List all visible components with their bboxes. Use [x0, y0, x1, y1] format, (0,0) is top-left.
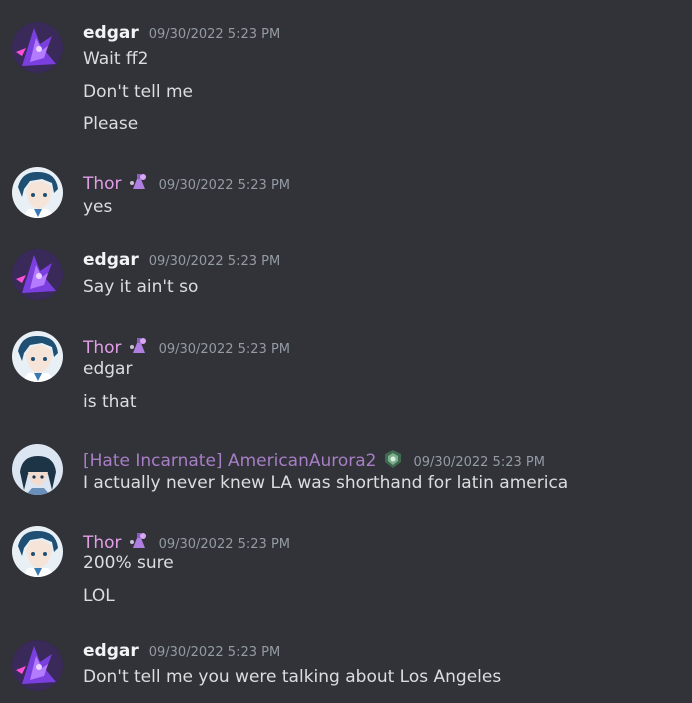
- avatar[interactable]: [12, 526, 63, 577]
- timestamp[interactable]: 09/30/2022 5:23 PM: [149, 642, 280, 664]
- purple-creature-avatar: [12, 249, 63, 300]
- username[interactable]: Thor: [83, 173, 122, 195]
- message-header: [Hate Incarnate] AmericanAurora2 09/30/2…: [83, 444, 545, 471]
- message-text: I actually never knew LA was shorthand f…: [83, 473, 569, 493]
- green-emblem-icon[interactable]: [382, 448, 404, 470]
- message-text: LOL: [83, 586, 115, 606]
- purple-bottle-icon[interactable]: [127, 171, 149, 193]
- message-header: edgar 09/30/2022 5:23 PM: [83, 22, 280, 44]
- username[interactable]: [Hate Incarnate] AmericanAurora2: [83, 450, 377, 472]
- message-text: Don't tell me: [83, 82, 194, 102]
- avatar[interactable]: [12, 249, 63, 300]
- anime-boy-avatar: [12, 167, 63, 218]
- message-text: edgar: [83, 359, 133, 379]
- avatar[interactable]: [12, 22, 63, 73]
- message-header: Thor 09/30/2022 5:23 PM: [83, 526, 290, 553]
- purple-creature-avatar: [12, 640, 63, 691]
- avatar[interactable]: [12, 444, 63, 495]
- username[interactable]: Thor: [83, 337, 122, 359]
- timestamp[interactable]: 09/30/2022 5:23 PM: [159, 339, 290, 361]
- anime-boy-avatar: [12, 526, 63, 577]
- timestamp[interactable]: 09/30/2022 5:23 PM: [149, 24, 280, 46]
- anime-girl-avatar: [12, 444, 63, 495]
- avatar[interactable]: [12, 167, 63, 218]
- chat-messages: edgar 09/30/2022 5:23 PM Wait ff2 Don't …: [0, 0, 692, 703]
- message-text: is that: [83, 392, 137, 412]
- purple-bottle-icon[interactable]: [127, 335, 149, 357]
- message-text: yes: [83, 197, 113, 217]
- timestamp[interactable]: 09/30/2022 5:23 PM: [159, 175, 290, 197]
- timestamp[interactable]: 09/30/2022 5:23 PM: [149, 251, 280, 273]
- message-header: Thor 09/30/2022 5:23 PM: [83, 167, 290, 194]
- message-text: Say it ain't so: [83, 277, 199, 297]
- message-text: 200% sure: [83, 553, 174, 573]
- message-header: edgar 09/30/2022 5:23 PM: [83, 249, 280, 271]
- username[interactable]: Thor: [83, 532, 122, 554]
- message-text: Don't tell me you were talking about Los…: [83, 667, 502, 687]
- username[interactable]: edgar: [83, 249, 139, 271]
- avatar[interactable]: [12, 640, 63, 691]
- purple-bottle-icon[interactable]: [127, 530, 149, 552]
- anime-boy-avatar: [12, 331, 63, 382]
- message-text: Please: [83, 114, 139, 134]
- avatar[interactable]: [12, 331, 63, 382]
- message-header: Thor 09/30/2022 5:23 PM: [83, 331, 290, 358]
- message-header: edgar 09/30/2022 5:23 PM: [83, 640, 280, 662]
- purple-creature-avatar: [12, 22, 63, 73]
- username[interactable]: edgar: [83, 640, 139, 662]
- timestamp[interactable]: 09/30/2022 5:23 PM: [159, 534, 290, 556]
- message-text: Wait ff2: [83, 49, 149, 69]
- username[interactable]: edgar: [83, 22, 139, 44]
- timestamp[interactable]: 09/30/2022 5:23 PM: [414, 452, 545, 474]
